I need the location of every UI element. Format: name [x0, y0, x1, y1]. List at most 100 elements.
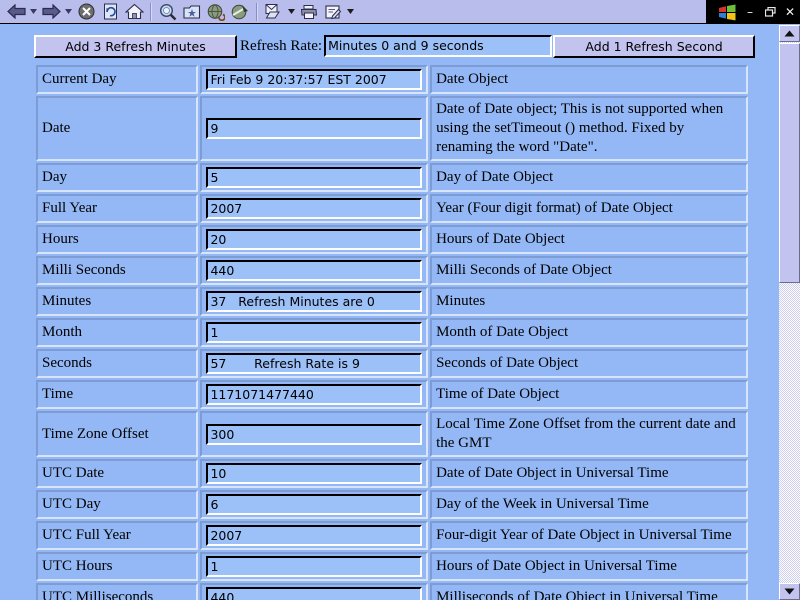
minimize-button[interactable]: –: [740, 2, 760, 22]
toolbar-separator-2: [256, 2, 258, 21]
table-row: UTC Hours 1 Hours of Date Object in Univer…: [36, 552, 748, 581]
property-value-input[interactable]: 1: [206, 322, 423, 343]
property-value-input[interactable]: 440: [206, 587, 423, 600]
property-value-input[interactable]: Fri Feb 9 20:37:57 EST 2007: [206, 69, 423, 90]
table-row: UTC Full Year 2007 Four-digit Year of Date…: [36, 521, 748, 550]
property-description-cell: Four-digit Year of Date Object in Univer…: [430, 521, 748, 550]
back-dropdown-caret-icon[interactable]: [28, 1, 39, 23]
refresh-rate-input[interactable]: Minutes 0 and 9 seconds: [324, 35, 553, 57]
property-value-cell: 440: [200, 256, 429, 285]
property-value-cell: 440: [200, 583, 429, 600]
property-value-cell: 300: [200, 411, 429, 457]
property-label-cell: Milli Seconds: [36, 256, 199, 285]
property-label-cell: UTC Date: [36, 459, 199, 488]
close-button[interactable]: ✕: [780, 2, 800, 22]
property-description-cell: Date of Date object; This is not support…: [430, 96, 748, 161]
history-globe-icon[interactable]: [204, 1, 228, 23]
property-value-cell: 2007: [200, 521, 429, 550]
property-value-cell: 2007: [200, 194, 429, 223]
table-row: Hours 20 Hours of Date Object: [36, 225, 748, 254]
home-icon[interactable]: [122, 1, 146, 23]
table-row: UTC Day 6 Day of the Week in Universal Tim…: [36, 490, 748, 519]
property-description-cell: Hours of Date Object in Universal Time: [430, 552, 748, 581]
scroll-down-arrow-icon[interactable]: [779, 583, 800, 600]
property-value-input[interactable]: 10: [206, 463, 423, 484]
property-description-cell: Minutes: [430, 287, 748, 316]
table-row: Month 1 Month of Date Object: [36, 318, 748, 347]
property-label-cell: UTC Day: [36, 490, 199, 519]
property-value-cell: Fri Feb 9 20:37:57 EST 2007: [200, 65, 429, 94]
add-1-refresh-second-button[interactable]: Add 1 Refresh Second: [553, 34, 756, 58]
browser-toolbar: [0, 0, 800, 24]
refresh-control-bar: Add 3 Refresh Minutes Refresh Rate: Minu…: [34, 33, 774, 59]
property-value-input[interactable]: 1: [206, 556, 423, 577]
property-value-input[interactable]: 57 Refresh Rate is 9: [206, 353, 423, 374]
windows-logo-icon: [714, 2, 740, 22]
scrollbar-thumb[interactable]: [779, 43, 800, 283]
print-icon[interactable]: [297, 1, 321, 23]
property-value-input[interactable]: 1171071477440: [206, 384, 423, 405]
reload-icon[interactable]: [98, 1, 122, 23]
property-label-cell: UTC Full Year: [36, 521, 199, 550]
property-value-input[interactable]: 2007: [206, 525, 423, 546]
property-label-cell: UTC Milliseconds: [36, 583, 199, 600]
table-row: Time 1171071477440 Time of Date Object: [36, 380, 748, 409]
property-value-input[interactable]: 20: [206, 229, 423, 250]
property-label-cell: Day: [36, 163, 199, 192]
stop-icon[interactable]: [74, 1, 98, 23]
property-value-cell: 5: [200, 163, 429, 192]
window-titlebar-controls: – ✕: [706, 0, 800, 24]
page-viewport: Add 3 Refresh Minutes Refresh Rate: Minu…: [0, 25, 800, 600]
scroll-up-arrow-icon[interactable]: [779, 25, 800, 42]
edit-icon[interactable]: [321, 1, 345, 23]
property-value-cell: 1171071477440: [200, 380, 429, 409]
property-value-cell: 9: [200, 96, 429, 161]
search-icon[interactable]: [156, 1, 180, 23]
property-label-cell: UTC Hours: [36, 552, 199, 581]
vertical-scrollbar[interactable]: [774, 25, 800, 600]
property-value-input[interactable]: 5: [206, 167, 423, 188]
forward-dropdown-caret-icon[interactable]: [63, 1, 74, 23]
property-description-cell: Month of Date Object: [430, 318, 748, 347]
media-icon[interactable]: [228, 1, 252, 23]
property-value-input[interactable]: 440: [206, 260, 423, 281]
refresh-rate-label: Refresh Rate:: [240, 37, 323, 54]
table-row: UTC Milliseconds 440 Milliseconds of Date …: [36, 583, 748, 600]
table-row: Minutes 37 Refresh Minutes are 0 Minutes: [36, 287, 748, 316]
toolbar-icon-group: [0, 1, 800, 23]
property-value-input[interactable]: 300: [206, 423, 423, 445]
add-3-refresh-minutes-button[interactable]: Add 3 Refresh Minutes: [34, 34, 237, 58]
property-label-cell: Current Day: [36, 65, 199, 94]
property-description-cell: Day of Date Object: [430, 163, 748, 192]
property-value-cell: 1: [200, 552, 429, 581]
table-row: Milli Seconds 440 Milli Seconds of Date Ob…: [36, 256, 748, 285]
property-value-input[interactable]: 9: [206, 118, 423, 139]
toolbar-separator: [150, 2, 152, 21]
property-description-cell: Date of Date Object in Universal Time: [430, 459, 748, 488]
property-description-cell: Hours of Date Object: [430, 225, 748, 254]
mail-icon[interactable]: [262, 1, 286, 23]
table-row: Seconds 57 Refresh Rate is 9 Seconds of Da…: [36, 349, 748, 378]
property-label-cell: Month: [36, 318, 199, 347]
property-value-input[interactable]: 37 Refresh Minutes are 0: [206, 291, 423, 312]
mail-dropdown-caret-icon[interactable]: [286, 1, 297, 23]
property-value-cell: 6: [200, 490, 429, 519]
property-label-cell: Time: [36, 380, 199, 409]
property-value-input[interactable]: 2007: [206, 198, 423, 219]
edit-dropdown-caret-icon[interactable]: [345, 1, 356, 23]
table-row: Current Day Fri Feb 9 20:37:57 EST 2007 Da…: [36, 65, 748, 94]
favorites-icon[interactable]: [180, 1, 204, 23]
table-row: Full Year 2007 Year (Four digit format) of…: [36, 194, 748, 223]
table-row: Date 9 Date of Date object; This is not su…: [36, 96, 748, 161]
back-arrow-icon[interactable]: [4, 1, 28, 23]
property-value-cell: 10: [200, 459, 429, 488]
property-value-input[interactable]: 6: [206, 494, 423, 515]
property-description-cell: Seconds of Date Object: [430, 349, 748, 378]
forward-arrow-icon[interactable]: [39, 1, 63, 23]
property-value-cell: 20: [200, 225, 429, 254]
property-description-cell: Local Time Zone Offset from the current …: [430, 411, 748, 457]
property-description-cell: Year (Four digit format) of Date Object: [430, 194, 748, 223]
restore-button[interactable]: [760, 2, 780, 22]
property-description-cell: Time of Date Object: [430, 380, 748, 409]
property-label-cell: Minutes: [36, 287, 199, 316]
